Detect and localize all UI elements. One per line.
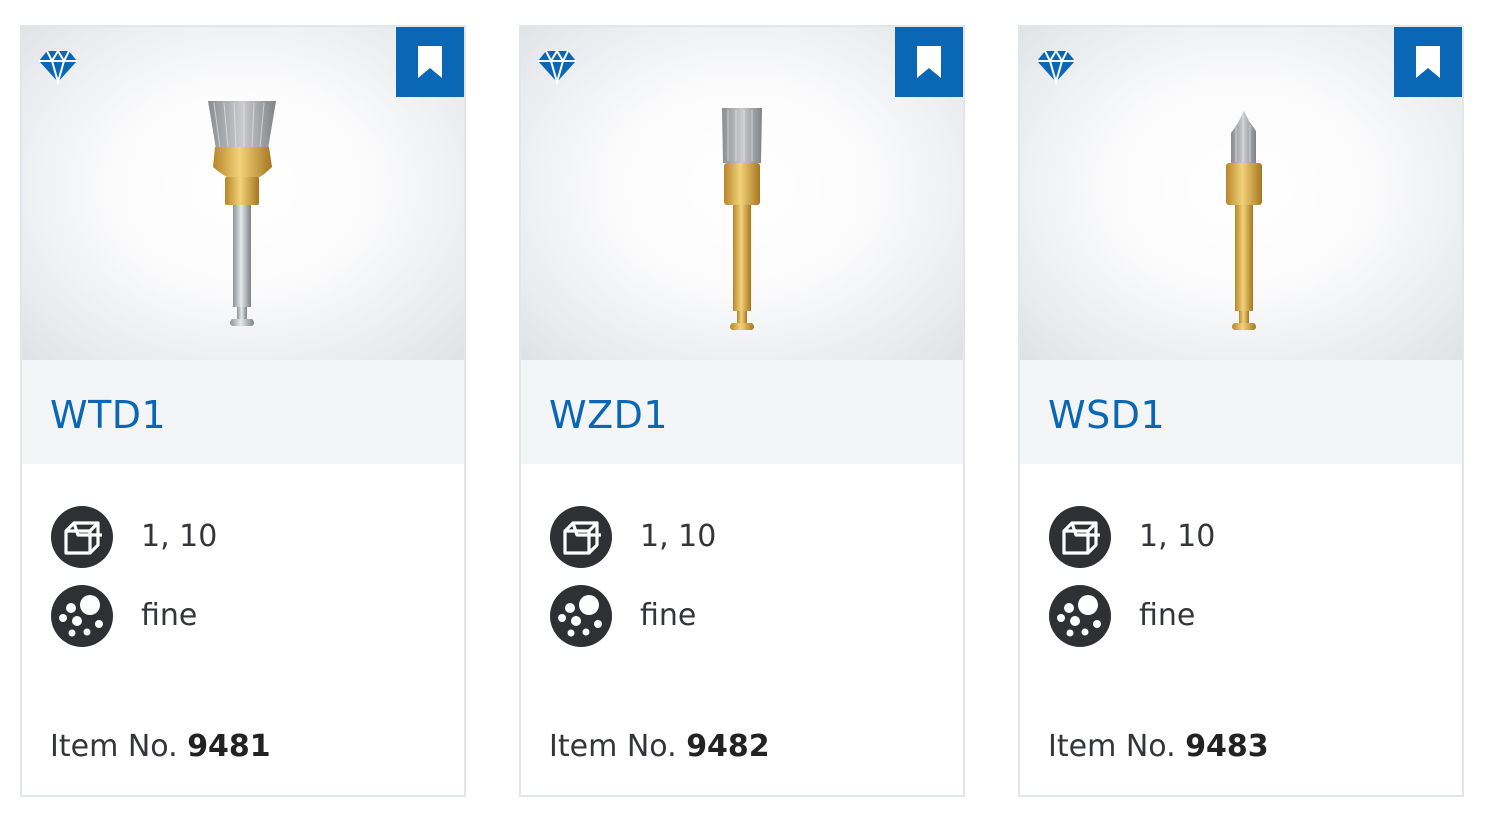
bookmark-button[interactable] (396, 27, 464, 97)
item-number-value: 9483 (1185, 729, 1269, 764)
product-title[interactable]: WSD1 (1048, 396, 1165, 434)
packaging-row: 1, 10 (549, 505, 716, 569)
bookmark-button[interactable] (1394, 27, 1462, 97)
item-number-label: Item No. (549, 729, 677, 764)
product-title[interactable]: WZD1 (549, 396, 668, 434)
product-grid: WTD1 1, 10 fine Item No. 9481 WZD1 1, 10… (20, 25, 1464, 797)
package-box-icon (550, 506, 612, 568)
product-title-bar: WTD1 (22, 360, 464, 464)
grain-row: fine (50, 584, 197, 648)
grain-size-icon (1049, 585, 1111, 647)
item-number: Item No. 9481 (50, 732, 271, 762)
package-box-icon (1049, 506, 1111, 568)
packaging-row: 1, 10 (50, 505, 217, 569)
grain-row: fine (549, 584, 696, 648)
product-image-area[interactable] (22, 27, 464, 360)
bookmark-icon (1416, 46, 1440, 78)
product-title-bar: WZD1 (521, 360, 963, 464)
packaging-row: 1, 10 (1048, 505, 1215, 569)
item-number-label: Item No. (1048, 729, 1176, 764)
grain-row: fine (1048, 584, 1195, 648)
grain-value: fine (640, 598, 697, 633)
diamond-icon (39, 49, 77, 85)
grain-size-icon (51, 585, 113, 647)
item-number-value: 9482 (686, 729, 770, 764)
item-number: Item No. 9482 (549, 732, 770, 762)
diamond-icon (538, 49, 576, 85)
product-title-bar: WSD1 (1020, 360, 1462, 464)
bookmark-icon (917, 46, 941, 78)
product-title[interactable]: WTD1 (50, 396, 166, 434)
product-card[interactable]: WZD1 1, 10 fine Item No. 9482 (519, 25, 965, 797)
product-card[interactable]: WTD1 1, 10 fine Item No. 9481 (20, 25, 466, 797)
product-card[interactable]: WSD1 1, 10 fine Item No. 9483 (1018, 25, 1464, 797)
bookmark-button[interactable] (895, 27, 963, 97)
grain-value: fine (1139, 598, 1196, 633)
packaging-value: 1, 10 (640, 519, 717, 554)
item-number-value: 9481 (187, 729, 271, 764)
product-image-area[interactable] (1020, 27, 1462, 360)
bookmark-icon (418, 46, 442, 78)
grain-value: fine (141, 598, 198, 633)
item-number: Item No. 9483 (1048, 732, 1269, 762)
package-box-icon (51, 506, 113, 568)
item-number-label: Item No. (50, 729, 178, 764)
packaging-value: 1, 10 (1139, 519, 1216, 554)
packaging-value: 1, 10 (141, 519, 218, 554)
diamond-icon (1037, 49, 1075, 85)
product-image-area[interactable] (521, 27, 963, 360)
grain-size-icon (550, 585, 612, 647)
